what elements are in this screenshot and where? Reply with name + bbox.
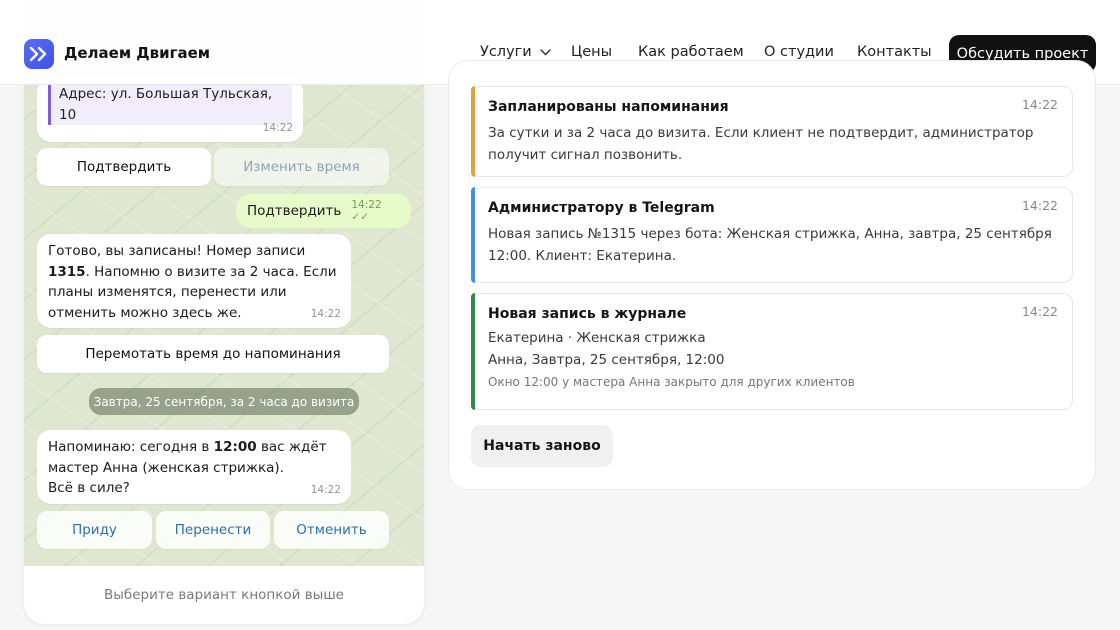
booking-number: 1315 xyxy=(48,263,86,280)
booked-text-start: Готово, вы записаны! Номер записи xyxy=(48,243,306,259)
reminder-text-start: Напоминаю: сегодня в xyxy=(48,439,214,455)
event-note: Окно 12:00 у мастера Анна закрыто для др… xyxy=(488,375,855,389)
event-title: Новая запись в журнале xyxy=(488,306,687,322)
chat-widget: Адрес: ул. Большая Тульская, 10 14:22 По… xyxy=(24,0,424,624)
fast-forward-button[interactable]: Перемотать время до напоминания xyxy=(37,335,389,373)
event-title: Запланированы напоминания xyxy=(488,99,729,115)
come-button[interactable]: Приду xyxy=(37,511,152,549)
event-card-telegram: Администратору в Telegram 14:22 Новая за… xyxy=(471,187,1073,283)
user-message-confirm: Подтвердить 14:22 ✓✓ xyxy=(236,194,411,228)
event-time: 14:22 xyxy=(1021,304,1058,319)
user-message-text: Подтвердить xyxy=(247,203,342,219)
brand-name[interactable]: Делаем Двигаем xyxy=(64,44,210,62)
message-time: 14:22 xyxy=(310,307,341,320)
address-quote: Адрес: ул. Большая Тульская, 10 xyxy=(48,84,292,125)
restart-button[interactable]: Начать заново xyxy=(471,425,613,467)
event-text: Новая запись №1315 через бота: Женская с… xyxy=(488,226,1052,264)
message-time: 14:22 xyxy=(262,121,293,134)
chevron-down-icon xyxy=(539,48,551,56)
nav-prices[interactable]: Цены xyxy=(571,44,612,60)
change-time-button[interactable]: Изменить время xyxy=(214,148,389,186)
nav-services[interactable]: Услуги xyxy=(480,44,551,60)
double-chevron-icon xyxy=(29,46,47,62)
reminder-question: Всё в силе? xyxy=(48,480,130,496)
bot-message-reminder: Напоминаю: сегодня в 12:00 вас ждёт маст… xyxy=(37,430,351,504)
nav-how-we-work[interactable]: Как работаем xyxy=(638,44,744,60)
booked-text-end: . Напомню о визите за 2 часа. Если планы… xyxy=(48,263,337,321)
reminder-time: 12:00 xyxy=(213,439,257,455)
event-card-reminders: Запланированы напоминания 14:22 За сутки… xyxy=(471,86,1073,177)
cancel-button[interactable]: Отменить xyxy=(274,511,389,549)
nav-services-label: Услуги xyxy=(480,44,532,60)
event-title: Администратору в Telegram xyxy=(488,200,715,216)
bot-message-address: Адрес: ул. Большая Тульская, 10 14:22 xyxy=(37,78,303,142)
logo-icon[interactable] xyxy=(24,39,54,69)
event-text: За сутки и за 2 часа до визита. Если кли… xyxy=(488,125,1034,163)
event-card-journal: Новая запись в журнале 14:22 Екатерина ·… xyxy=(471,293,1073,410)
date-divider: Завтра, 25 сентября, за 2 часа до визита xyxy=(89,388,359,415)
reschedule-button[interactable]: Перенести xyxy=(156,511,270,549)
message-time: 14:22 xyxy=(310,483,341,496)
event-time: 14:22 xyxy=(1021,198,1058,213)
message-time-read: 14:22 ✓✓ xyxy=(351,199,382,223)
bot-message-booked: Готово, вы записаны! Номер записи 1315. … xyxy=(37,234,351,328)
event-slot-line: Анна, Завтра, 25 сентября, 12:00 xyxy=(488,352,725,368)
event-client-line: Екатерина · Женская стрижка xyxy=(488,330,706,346)
nav-contacts[interactable]: Контакты xyxy=(857,44,932,60)
event-time: 14:22 xyxy=(1021,97,1058,112)
nav-about[interactable]: О студии xyxy=(764,44,834,60)
confirm-button[interactable]: Подтвердить xyxy=(37,148,211,186)
chat-input-hint: Выберите вариант кнопкой выше xyxy=(103,587,344,603)
